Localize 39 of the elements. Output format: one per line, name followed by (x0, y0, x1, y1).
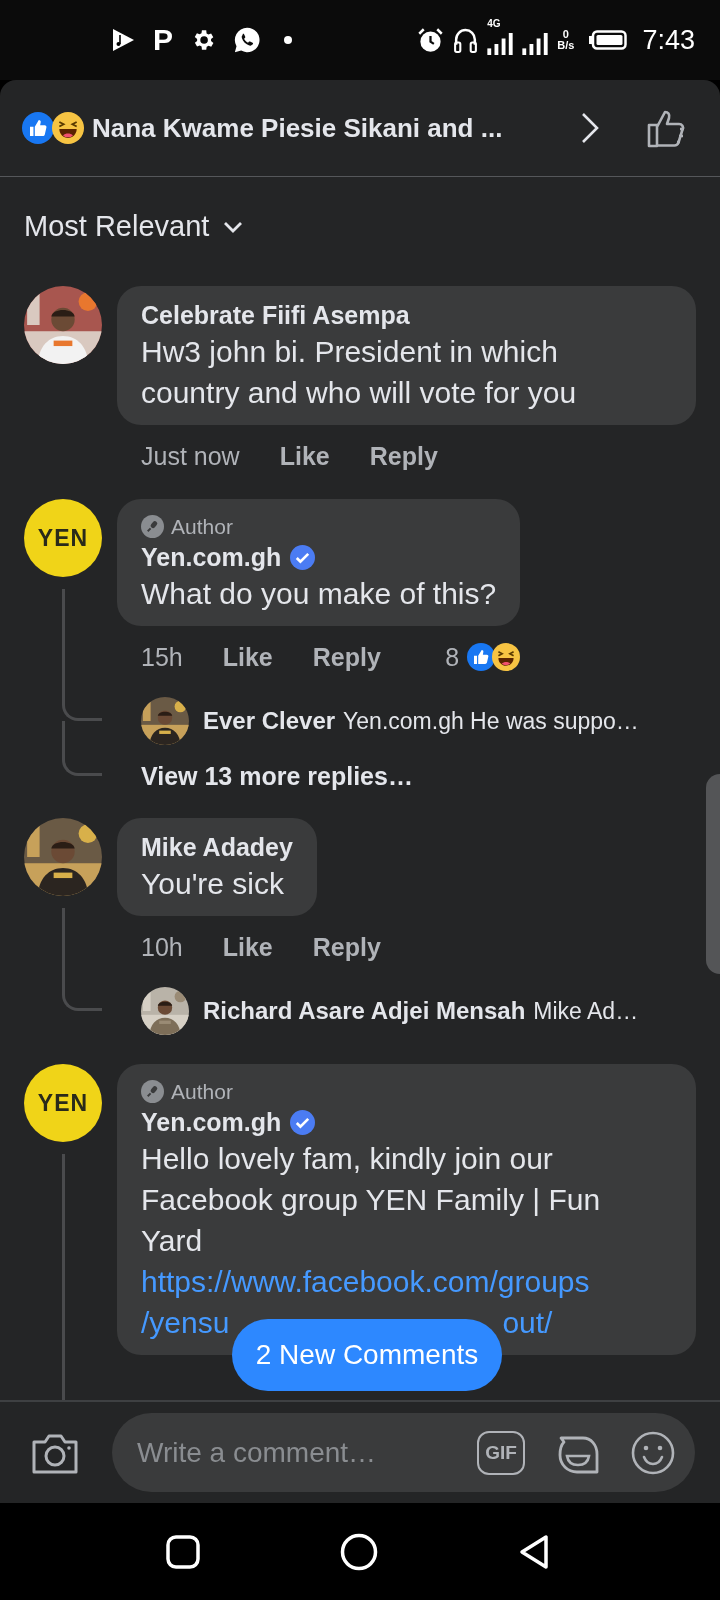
author-name[interactable]: Celebrate Fiifi Asempa (141, 300, 410, 330)
speed-unit: B/s (557, 40, 575, 51)
logo: YEN (24, 499, 102, 577)
view-replies-link[interactable]: View 13 more replies… (141, 761, 413, 791)
reply-author[interactable]: Ever Clever (203, 707, 336, 735)
author-label: Author (171, 514, 233, 539)
comment-field[interactable]: Write a comment… GIF (112, 1413, 695, 1492)
gif-button[interactable]: GIF (477, 1430, 525, 1475)
reaction-count: 8 (445, 642, 460, 672)
author-name[interactable]: Yen.com.gh (141, 1107, 282, 1137)
comment-text: Hello lovely fam, kindly join our Facebook group YEN Family | Fun Yard (141, 1141, 602, 1259)
reply-button[interactable]: Reply (312, 932, 381, 962)
link[interactable]: out/ (502, 1302, 553, 1343)
post-reactors-title[interactable]: Nana Kwame Piesie Sikani and ... (92, 112, 566, 144)
like-button[interactable]: Like (279, 441, 330, 471)
like-button[interactable]: Like (222, 642, 273, 672)
reply-button[interactable]: Reply (369, 441, 438, 471)
sort-dropdown[interactable]: Most Relevant (24, 210, 244, 243)
comment-time: 10h (141, 932, 183, 962)
comment-time: 15h (141, 642, 183, 672)
comment-time: Just now (141, 441, 240, 471)
reply-text: Mike Ad… (533, 997, 639, 1025)
link[interactable]: https://www.facebook.com/groups (141, 1261, 590, 1302)
network-type: 4G (487, 19, 501, 29)
logo: YEN (24, 1064, 102, 1142)
comment-text: Hw3 john bi. President in which country and who will vote for you (141, 334, 578, 411)
reply-author[interactable]: Richard Asare Adjei Mensah (203, 997, 526, 1025)
like-button[interactable]: Like (222, 932, 273, 962)
app-icon: P (153, 25, 173, 55)
reply-text: Yen.com.gh He was suppo… (343, 707, 639, 735)
reply-button[interactable]: Reply (312, 642, 381, 672)
author-label: Author (171, 1079, 233, 1104)
author-name[interactable]: Yen.com.gh (141, 542, 282, 572)
status-time: 7:43 (642, 24, 695, 56)
comment-text: What do you make of this? (141, 576, 497, 612)
speed-value: 0 (562, 29, 569, 40)
comment-text: You're sick (141, 866, 286, 902)
author-name[interactable]: Mike Adadey (141, 832, 293, 862)
link[interactable]: /yensu (141, 1302, 230, 1343)
